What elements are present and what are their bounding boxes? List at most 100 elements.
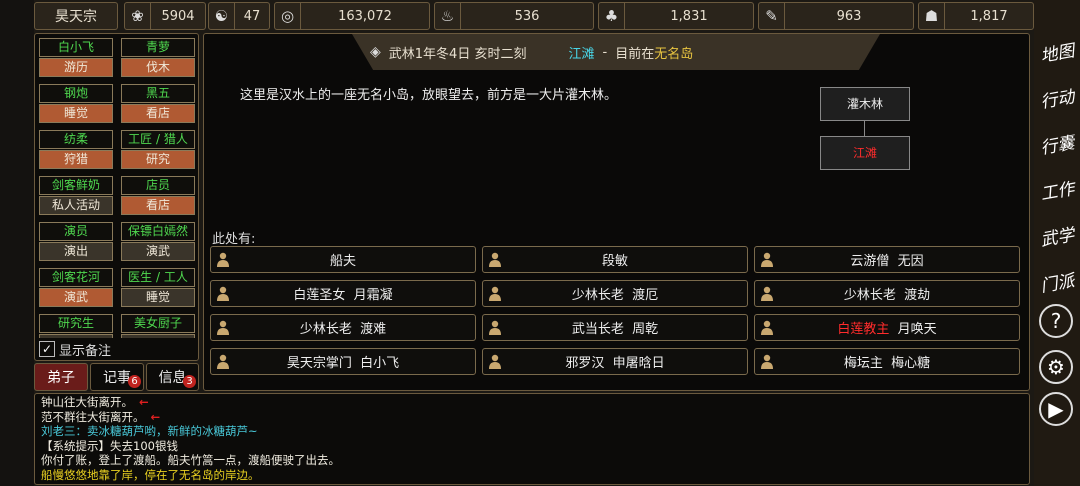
scene-header: ◈ 武林1年冬4日 亥时二刻 江滩 - 目前在 无名岛 xyxy=(352,34,880,70)
person-icon xyxy=(217,320,229,335)
show-memo-toggle[interactable]: ✓ 显示备注 xyxy=(39,338,197,360)
disciple-status: 游历 xyxy=(39,58,113,77)
disciple-card[interactable]: 黑五 看店 xyxy=(121,84,195,124)
npc-button[interactable]: 船夫 xyxy=(210,246,476,273)
journal-badge: 6 xyxy=(128,375,141,388)
resource-herb[interactable]: ♣ 1,831 xyxy=(598,2,754,30)
disciple-status: 演武 xyxy=(121,242,195,261)
help-button[interactable]: ? xyxy=(1039,304,1073,338)
person-icon xyxy=(761,320,773,335)
person-icon xyxy=(489,354,501,369)
coin-icon: ◎ xyxy=(275,3,301,29)
resource-bar: 昊天宗 ❀ 5904 ☯ 47 ◎ 163,072 ♨ 536 ♣ 1,831 ✎ 963 ☗ 1,817 xyxy=(34,2,1034,30)
checkbox-icon[interactable]: ✓ xyxy=(39,341,55,357)
disciple-card[interactable]: 店员 看店 xyxy=(121,176,195,216)
disciple-name: 黑五 xyxy=(121,84,195,103)
disciple-card[interactable]: 剑客鲜奶 私人活动 xyxy=(39,176,113,216)
npc-button[interactable]: 白莲圣女 月霜凝 xyxy=(210,280,476,307)
region-name: 无名岛 xyxy=(654,46,694,62)
npc-name: 白小飞 xyxy=(360,356,400,371)
npc-title: 少林长老 xyxy=(299,322,352,337)
left-edge-panel xyxy=(0,0,34,486)
disciple-card[interactable]: 工匠 / 猎人 研究 xyxy=(121,130,195,170)
npc-name: 渡难 xyxy=(360,322,387,337)
sect-button[interactable]: 门派 xyxy=(1037,261,1076,300)
resource-yin-yang[interactable]: ☯ 47 xyxy=(208,2,270,30)
settings-button[interactable]: ⚙ xyxy=(1039,350,1073,384)
tab-disciples[interactable]: 弟子 xyxy=(34,363,88,391)
npc-button[interactable]: 梅坛主 梅心糖 xyxy=(754,348,1020,375)
disciple-name: 店员 xyxy=(121,176,195,195)
disciple-card[interactable]: 剑客花河 演武 xyxy=(39,268,113,308)
message-log: 钟山往大街离开。 ← 范不群往大街离开。 ← 刘老三：卖冰糖葫芦哟，新鲜的冰糖葫芦~ 【系… xyxy=(34,393,1030,485)
disciple-status: 研究 xyxy=(121,150,195,169)
npc-button[interactable]: 少林长老 渡难 xyxy=(210,314,476,341)
disciple-status: 睡觉 xyxy=(121,288,195,307)
resource-ore[interactable]: ☗ 1,817 xyxy=(918,2,1034,30)
bag-button[interactable]: 行囊 xyxy=(1037,123,1076,162)
npc-button[interactable]: 少林长老 渡厄 xyxy=(482,280,748,307)
resource-coin[interactable]: ◎ 163,072 xyxy=(274,2,430,30)
resource-wood[interactable]: ✎ 963 xyxy=(758,2,914,30)
npc-name: 周乾 xyxy=(632,322,659,337)
npc-name: 梅心糖 xyxy=(891,356,931,371)
game-screen: 昊天宗 ❀ 5904 ☯ 47 ◎ 163,072 ♨ 536 ♣ 1,831 ✎ 963 ☗ 1,817… xyxy=(0,0,1080,486)
resource-swirl[interactable]: ❀ 5904 xyxy=(124,2,206,30)
disciple-status: 演武 xyxy=(39,288,113,307)
disciple-name: 剑客鲜奶 xyxy=(39,176,113,195)
work-button[interactable]: 工作 xyxy=(1037,169,1076,208)
npc-button[interactable]: 段敏 xyxy=(482,246,748,273)
disciple-card[interactable]: 青萝 伐木 xyxy=(121,38,195,78)
npc-title: 少林长老 xyxy=(843,288,896,303)
npc-button[interactable]: 邪罗汉 申屠晗日 xyxy=(482,348,748,375)
npc-title: 武当长老 xyxy=(571,322,624,337)
npc-button[interactable]: 少林长老 渡劫 xyxy=(754,280,1020,307)
game-date: 武林1年冬4日 亥时二刻 xyxy=(388,46,527,62)
disciple-status: 演出 xyxy=(39,242,113,261)
disciple-status: 狩猎 xyxy=(39,150,113,169)
log-line: 你付了账，登上了渡船。船夫竹篙一点，渡船便驶了出去。 xyxy=(41,453,340,468)
log-line: 范不群往大街离开。 ← xyxy=(41,409,161,424)
resource-value: 963 xyxy=(836,8,862,24)
ore-icon: ☗ xyxy=(919,3,945,29)
wood-icon: ✎ xyxy=(759,3,785,29)
disciple-card[interactable]: 钢炮 睡觉 xyxy=(39,84,113,124)
resource-value: 1,831 xyxy=(670,8,708,24)
disciple-card[interactable]: 医生 / 工人 睡觉 xyxy=(121,268,195,308)
person-icon xyxy=(489,320,501,335)
map-node-north[interactable]: 灌木林 xyxy=(820,87,910,121)
log-line: 钟山往大街离开。 ← xyxy=(41,395,149,409)
disciple-card[interactable]: 演员 演出 xyxy=(39,222,113,262)
npc-name: 申屠晗日 xyxy=(612,356,665,371)
resource-value: 1,817 xyxy=(970,8,1008,24)
npc-title: 船夫 xyxy=(329,254,356,269)
tab-info[interactable]: 信息 3 xyxy=(146,363,199,391)
disciple-card[interactable]: 白小飞 游历 xyxy=(39,38,113,78)
npc-button[interactable]: 昊天宗掌门 白小飞 xyxy=(210,348,476,375)
sect-name-button[interactable]: 昊天宗 xyxy=(34,2,118,30)
npc-title: 少林长老 xyxy=(571,288,624,303)
scroll-icon: ◈ xyxy=(370,44,381,60)
npc-button[interactable]: 云游僧 无因 xyxy=(754,246,1020,273)
resource-food[interactable]: ♨ 536 xyxy=(434,2,594,30)
disciple-name: 纺柔 xyxy=(39,130,113,149)
martial-button[interactable]: 武学 xyxy=(1037,215,1076,254)
npc-button[interactable]: 武当长老 周乾 xyxy=(482,314,748,341)
npc-button[interactable]: 白莲教主 月唤天 xyxy=(754,314,1020,341)
tab-journal[interactable]: 记事 6 xyxy=(90,363,144,391)
map-button[interactable]: 地图 xyxy=(1037,31,1076,70)
person-icon xyxy=(489,252,501,267)
log-line: 刘老三：卖冰糖葫芦哟，新鲜的冰糖葫芦~ xyxy=(41,424,258,439)
play-button[interactable]: ▶ xyxy=(1039,392,1073,426)
action-button[interactable]: 行动 xyxy=(1037,77,1076,116)
disciple-status: 睡觉 xyxy=(39,104,113,123)
disciple-panel: 白小飞 游历 青萝 伐木 钢炮 睡觉 黑五 看店 纺柔 狩猎 工匠 / 猎人 研究 剑客鲜奶 私人活动 店员… xyxy=(34,33,199,361)
person-icon xyxy=(217,252,229,267)
disciple-card[interactable]: 保镖白嫣然 演武 xyxy=(121,222,195,262)
person-icon xyxy=(217,354,229,369)
map-node-current[interactable]: 江滩 xyxy=(820,136,910,170)
npc-title: 云游僧 xyxy=(850,254,890,269)
resource-value: 163,072 xyxy=(338,8,392,24)
resource-value: 5904 xyxy=(161,8,195,24)
disciple-card[interactable]: 纺柔 狩猎 xyxy=(39,130,113,170)
